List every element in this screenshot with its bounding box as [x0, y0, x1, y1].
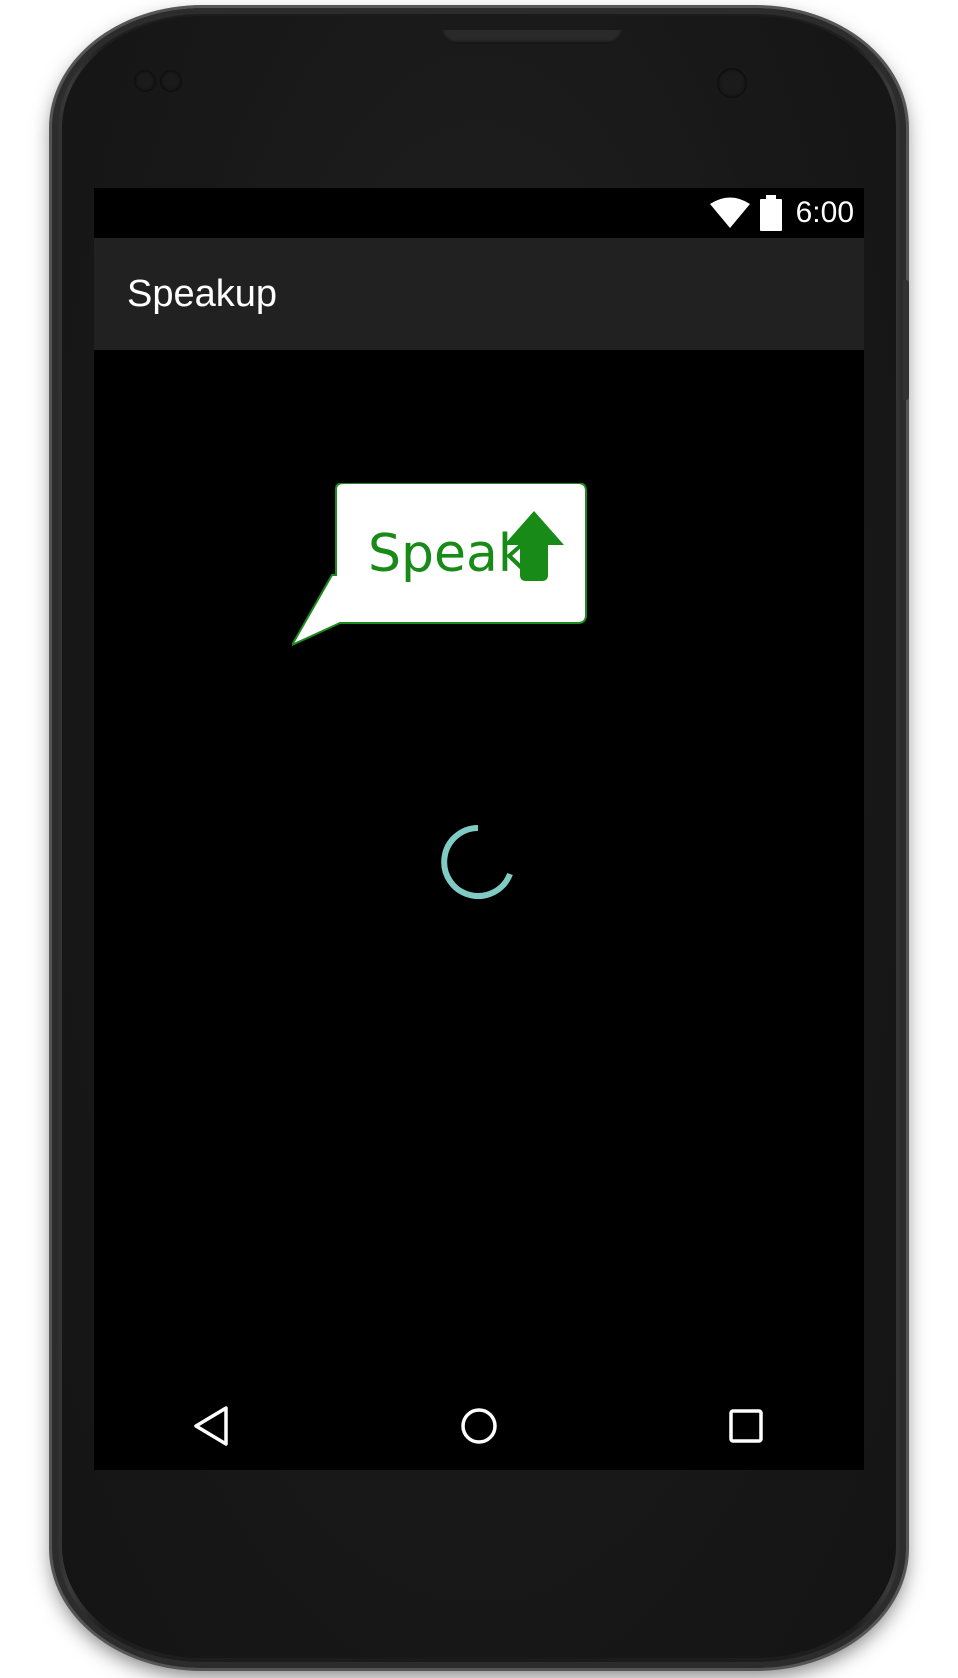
- status-bar: 6:00: [94, 188, 864, 238]
- app-title: Speakup: [127, 273, 278, 315]
- earpiece-speaker: [442, 30, 622, 44]
- progress-spinner: [438, 822, 518, 907]
- battery-icon: [759, 195, 783, 236]
- device-screen: 6:00 Speakup Speak: [94, 188, 864, 1470]
- front-sensor-right: [160, 70, 182, 92]
- side-button: [903, 280, 909, 400]
- front-sensor-left: [134, 70, 156, 92]
- status-time: 6:00: [795, 196, 854, 229]
- logo-text: Speak: [368, 524, 528, 584]
- navigation-bar: [94, 1382, 864, 1470]
- back-button[interactable]: [190, 1404, 234, 1453]
- home-button[interactable]: [457, 1404, 501, 1453]
- front-camera: [717, 68, 747, 98]
- speakup-logo: Speak: [289, 482, 632, 668]
- wifi-icon: [710, 197, 750, 234]
- action-bar: Speakup: [94, 238, 864, 350]
- recents-button[interactable]: [724, 1404, 768, 1453]
